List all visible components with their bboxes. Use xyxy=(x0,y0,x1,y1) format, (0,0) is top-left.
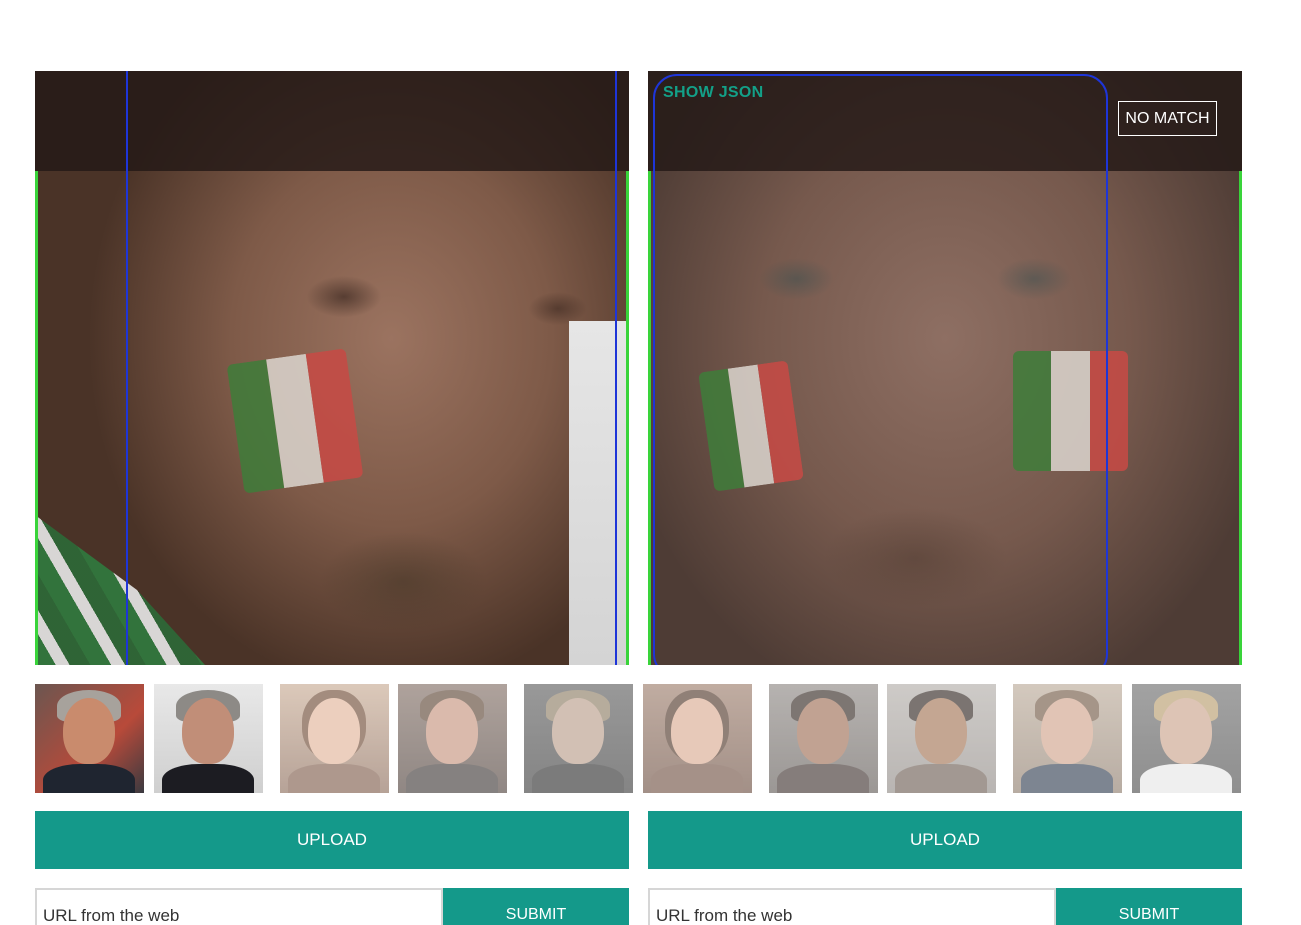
left-submit-button[interactable]: SUBMIT xyxy=(443,888,629,925)
left-image-background xyxy=(569,321,629,665)
thumbnail-bradley-cooper-2[interactable] xyxy=(1013,684,1122,793)
left-submit-label: SUBMIT xyxy=(505,906,567,923)
thumbnail-brad-pitt-1[interactable] xyxy=(524,684,633,793)
right-submit-label: SUBMIT xyxy=(1118,906,1180,923)
right-submit-button[interactable]: SUBMIT xyxy=(1056,888,1242,925)
match-result-badge: NO MATCH xyxy=(1118,101,1217,136)
left-face-panel xyxy=(35,71,629,665)
thumbnail-brad-pitt-2[interactable] xyxy=(1132,684,1241,793)
thumbnail-bradley-cooper-1[interactable] xyxy=(398,684,507,793)
show-json-link[interactable]: SHOW JSON xyxy=(663,84,764,102)
thumbnail-angelina-jolie-2[interactable] xyxy=(643,684,752,793)
right-upload-button[interactable]: UPLOAD xyxy=(648,811,1242,869)
left-upload-button[interactable]: UPLOAD xyxy=(35,811,629,869)
left-flag-paint xyxy=(226,348,364,494)
sample-thumbnails xyxy=(35,684,1241,793)
thumbnail-halle-berry-1[interactable] xyxy=(769,684,878,793)
thumbnail-george-clooney-1[interactable] xyxy=(35,684,144,793)
thumbnail-george-clooney-2[interactable] xyxy=(154,684,263,793)
right-url-form: SUBMIT xyxy=(648,888,1242,925)
thumbnail-halle-berry-2[interactable] xyxy=(887,684,996,793)
right-face-panel: SHOW JSON NO MATCH xyxy=(648,71,1242,665)
thumbnail-angelina-jolie-1[interactable] xyxy=(280,684,389,793)
right-flag-paint-right xyxy=(1013,351,1128,471)
left-url-form: SUBMIT xyxy=(35,888,629,925)
left-url-input[interactable] xyxy=(35,888,443,925)
right-url-input[interactable] xyxy=(648,888,1056,925)
right-flag-paint-left xyxy=(698,360,804,492)
left-top-overlay xyxy=(35,71,629,171)
